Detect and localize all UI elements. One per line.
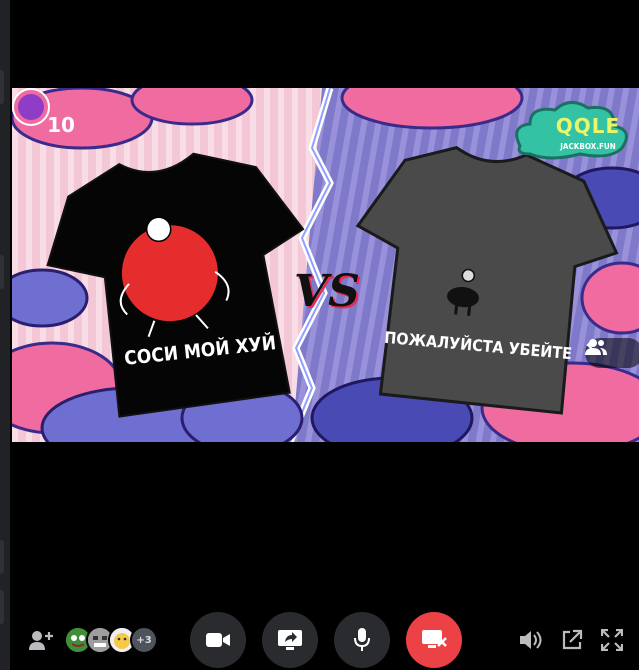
screen-share-stream[interactable]: 10 QQLE JACKBOX.FUN VS СОСИ МОЙ ХУЙ ПОЖА…	[12, 88, 639, 442]
microphone-button[interactable]	[334, 612, 390, 668]
fullscreen-icon	[601, 629, 623, 651]
invite-button[interactable]	[29, 628, 53, 652]
call-controls: +3	[0, 600, 639, 670]
more-participants-count[interactable]: +3	[130, 626, 158, 654]
participants-toggle[interactable]	[585, 338, 639, 368]
popout-icon	[562, 629, 583, 650]
camera-button[interactable]	[190, 612, 246, 668]
add-person-icon	[29, 631, 53, 650]
screen-share-icon	[278, 630, 302, 650]
video-camera-icon	[206, 633, 230, 647]
microphone-icon	[354, 628, 370, 651]
sidebar-tab[interactable]	[0, 70, 4, 104]
speaker-icon	[520, 631, 542, 649]
volume-button[interactable]	[520, 628, 544, 652]
popout-button[interactable]	[560, 628, 584, 652]
brand-title: QQLE	[555, 114, 621, 138]
brand-site: JACKBOX.FUN	[560, 142, 616, 151]
screen-share-button[interactable]	[262, 612, 318, 668]
fullscreen-button[interactable]	[600, 628, 624, 652]
disconnect-button[interactable]	[406, 612, 462, 668]
stop-screen-share-icon	[422, 630, 447, 648]
sidebar-tab[interactable]	[0, 540, 4, 574]
people-icon	[585, 339, 607, 355]
versus-label: VS	[294, 266, 360, 317]
sidebar-tab[interactable]	[0, 255, 4, 289]
server-sidebar-edge	[0, 0, 10, 670]
round-number: 10	[47, 113, 75, 137]
